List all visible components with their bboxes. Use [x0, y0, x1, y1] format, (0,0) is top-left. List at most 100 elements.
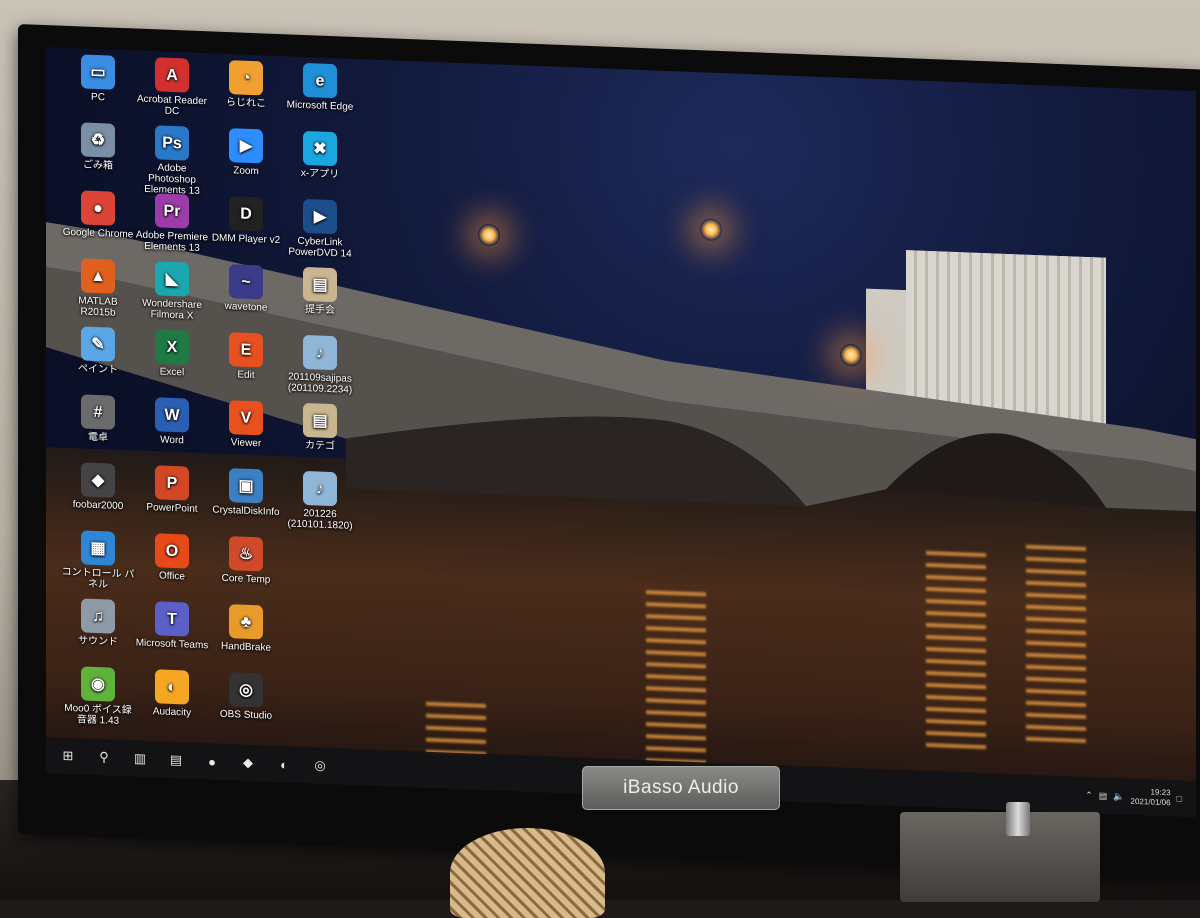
acrobat-icon: A — [155, 57, 189, 93]
desktop-icon[interactable]: ✎ ペイント — [60, 326, 136, 377]
desktop-icon-label: 201109sajipas (201109.2234) — [287, 371, 353, 396]
street-lamp-light — [478, 223, 500, 247]
core-temp-icon: ♨ — [229, 536, 263, 572]
matlab-icon: ▲ — [81, 258, 115, 294]
desktop-icon[interactable]: P PowerPoint — [134, 464, 210, 515]
desktop-icon[interactable]: ♪ 201226 (210101.1820) — [282, 470, 358, 532]
crystaldiskinfo-icon: ▣ — [229, 468, 263, 504]
desktop-icon[interactable]: e Microsoft Edge — [282, 62, 358, 113]
pc-icon: ▭ — [81, 54, 115, 90]
desktop-icon[interactable]: ◉ Moo0 ボイス録音器 1.43 — [60, 666, 136, 728]
device-knob — [1006, 802, 1030, 836]
desktop-icon-label: コントロール パネル — [61, 566, 135, 591]
desktop-icon[interactable]: T Microsoft Teams — [134, 600, 210, 651]
wicker-basket — [450, 828, 605, 918]
rajireko-icon: ◔ — [229, 60, 263, 96]
desktop-icon[interactable]: ~ wavetone — [208, 263, 284, 314]
document-icon: ▤ — [303, 266, 337, 303]
desktop-icon[interactable]: ▣ CrystalDiskInfo — [208, 467, 284, 518]
office-icon: O — [155, 533, 189, 569]
desktop-icon[interactable]: Ps Adobe Photoshop Elements 13 — [134, 124, 210, 197]
desktop-icon[interactable]: ◆ foobar2000 — [60, 462, 136, 513]
search-icon[interactable]: ⚲ — [94, 747, 114, 768]
x-app-icon: ✖ — [303, 130, 337, 167]
desktop-icon[interactable]: X Excel — [134, 328, 210, 379]
zoom-icon: ▶ — [229, 128, 263, 164]
volume-icon[interactable]: 🔈 — [1113, 791, 1124, 802]
control-panel-icon: ▦ — [81, 530, 115, 566]
desktop-icon-label: Acrobat Reader DC — [136, 93, 208, 118]
audio-file-icon: ♪ — [303, 334, 337, 371]
foobar-taskbar-icon[interactable]: ◆ — [238, 752, 258, 773]
desktop-icon[interactable]: A Acrobat Reader DC — [134, 56, 210, 118]
desktop-icon-label: Moo0 ボイス録音器 1.43 — [64, 702, 132, 727]
monitor-brand-plate: iBasso Audio — [582, 766, 780, 810]
start-button[interactable]: ⊞ — [58, 746, 78, 767]
calculator-icon: # — [81, 394, 115, 430]
desktop-icon[interactable]: ✖ x-アプリ — [282, 130, 358, 181]
notification-icon[interactable]: □ — [1177, 794, 1182, 804]
file-explorer-icon[interactable]: ▤ — [166, 750, 186, 771]
moo0-recorder-icon: ◉ — [81, 666, 115, 702]
desktop-icon[interactable]: ● Google Chrome — [60, 190, 136, 241]
premiere-icon: Pr — [155, 193, 189, 229]
desktop-icon-label: Adobe Premiere Elements 13 — [135, 229, 209, 254]
desktop-icon[interactable]: ◔ らじれこ — [208, 59, 284, 110]
paint-icon: ✎ — [81, 326, 115, 362]
obs-taskbar-icon[interactable]: ◎ — [310, 755, 330, 776]
desktop-icon-label: 201226 (210101.1820) — [287, 507, 353, 532]
desktop-screen: ▭ PC ♻ ごみ箱 ● Google Chrome ▲ MATLAB R2015b ✎ ペイント… — [46, 47, 1196, 818]
chrome-taskbar-icon[interactable]: ● — [202, 751, 222, 772]
desktop-icon[interactable]: ♪ 201109sajipas (201109.2234) — [282, 334, 358, 396]
chevron-up-icon[interactable]: ⌃ — [1085, 789, 1093, 800]
desktop-icon[interactable]: ▦ コントロール パネル — [60, 530, 136, 592]
desktop-icon[interactable]: ♣ HandBrake — [208, 603, 284, 654]
recycle-bin-icon: ♻ — [81, 122, 115, 158]
powerpoint-icon: P — [155, 465, 189, 501]
handbrake-icon: ♣ — [229, 604, 263, 640]
audio-file-icon: ♪ — [303, 470, 337, 507]
powerdvd-icon: ▶ — [303, 198, 337, 235]
sound-icon: ♫ — [81, 598, 115, 634]
desktop-icon[interactable]: V Viewer — [208, 399, 284, 450]
desktop-icon[interactable]: # 電卓 — [60, 394, 136, 445]
desktop-icon[interactable]: ▶ CyberLink PowerDVD 14 — [282, 198, 358, 260]
task-view-icon[interactable]: ▥ — [130, 748, 150, 769]
desktop-icon[interactable]: E Edit — [208, 331, 284, 382]
edge-icon: e — [303, 62, 337, 99]
dmm-player-icon: D — [229, 196, 263, 232]
desktop-icon[interactable]: ♨ Core Temp — [208, 535, 284, 586]
network-icon[interactable]: ▤ — [1099, 790, 1108, 801]
desktop-icon[interactable]: ▭ PC — [60, 54, 136, 105]
desktop-icon[interactable]: ♻ ごみ箱 — [60, 122, 136, 173]
desktop-icon[interactable]: ▲ MATLAB R2015b — [60, 258, 136, 320]
desktop-icon[interactable]: ◣ Wondershare Filmora X — [134, 260, 210, 322]
taskbar-clock[interactable]: 19:23 2021/01/06 — [1131, 787, 1171, 809]
desktop-icon[interactable]: W Word — [134, 396, 210, 447]
system-tray: ⌃ ▤ 🔈 19:23 2021/01/06 □ — [1085, 782, 1182, 812]
desktop-icon[interactable]: ▶ Zoom — [208, 127, 284, 178]
desktop-icon[interactable]: O Office — [134, 532, 210, 583]
filmora-icon: ◣ — [155, 261, 189, 297]
edge-taskbar-icon[interactable]: ◐ — [274, 754, 294, 775]
viewer-icon: V — [229, 400, 263, 436]
desktop-icon[interactable]: ▤ 提手会 — [282, 266, 358, 317]
excel-icon: X — [155, 329, 189, 365]
street-lamp-light — [840, 343, 862, 367]
desktop-icon[interactable]: Pr Adobe Premiere Elements 13 — [134, 192, 210, 254]
desktop-icon-label: CyberLink PowerDVD 14 — [288, 235, 352, 260]
desktop-icon[interactable]: ◐ Audacity — [134, 668, 210, 719]
light-reflection — [1026, 544, 1086, 748]
desktop-icon[interactable]: D DMM Player v2 — [208, 195, 284, 246]
word-icon: W — [155, 397, 189, 433]
audio-device — [900, 812, 1100, 902]
street-lamp-light — [700, 218, 722, 242]
wavetone-icon: ~ — [229, 264, 263, 300]
clock-date: 2021/01/06 — [1130, 796, 1171, 808]
desktop-icon-label: Wondershare Filmora X — [142, 297, 202, 322]
desktop-icon[interactable]: ◎ OBS Studio — [208, 671, 284, 722]
foobar-icon: ◆ — [81, 462, 115, 498]
desktop-icon[interactable]: ▤ カテゴ — [282, 402, 358, 453]
audacity-icon: ◐ — [155, 669, 189, 705]
desktop-icon[interactable]: ♫ サウンド — [60, 598, 136, 649]
